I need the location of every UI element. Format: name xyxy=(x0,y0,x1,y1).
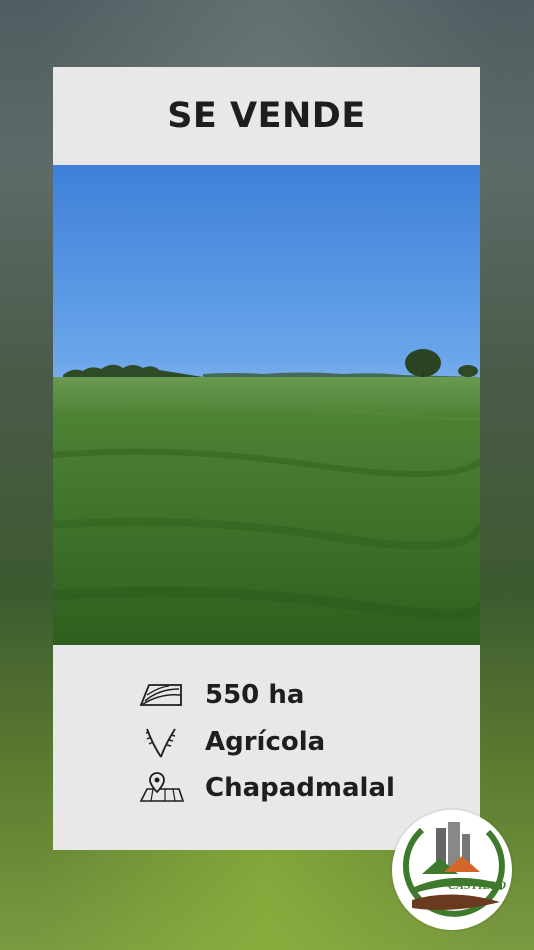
listing-card: SE VENDE 550 ha Agrícola Chapadmalal xyxy=(53,67,480,850)
castillo-logo: CASTILLO xyxy=(392,810,512,930)
feature-area: 550 ha xyxy=(137,678,304,712)
listing-title: SE VENDE xyxy=(167,96,366,136)
feature-type: Agrícola xyxy=(137,725,325,759)
card-header: SE VENDE xyxy=(53,67,480,165)
feature-area-text: 550 ha xyxy=(205,680,305,710)
field-photo-image xyxy=(53,349,480,645)
field-photo xyxy=(53,165,480,645)
map-location-icon xyxy=(137,771,185,805)
feature-type-text: Agrícola xyxy=(205,727,326,757)
logo-text: CASTILLO xyxy=(448,878,507,892)
feature-location: Chapadmalal xyxy=(137,771,395,805)
land-area-icon xyxy=(137,678,185,712)
feature-location-text: Chapadmalal xyxy=(205,773,395,803)
wheat-icon xyxy=(137,725,185,759)
